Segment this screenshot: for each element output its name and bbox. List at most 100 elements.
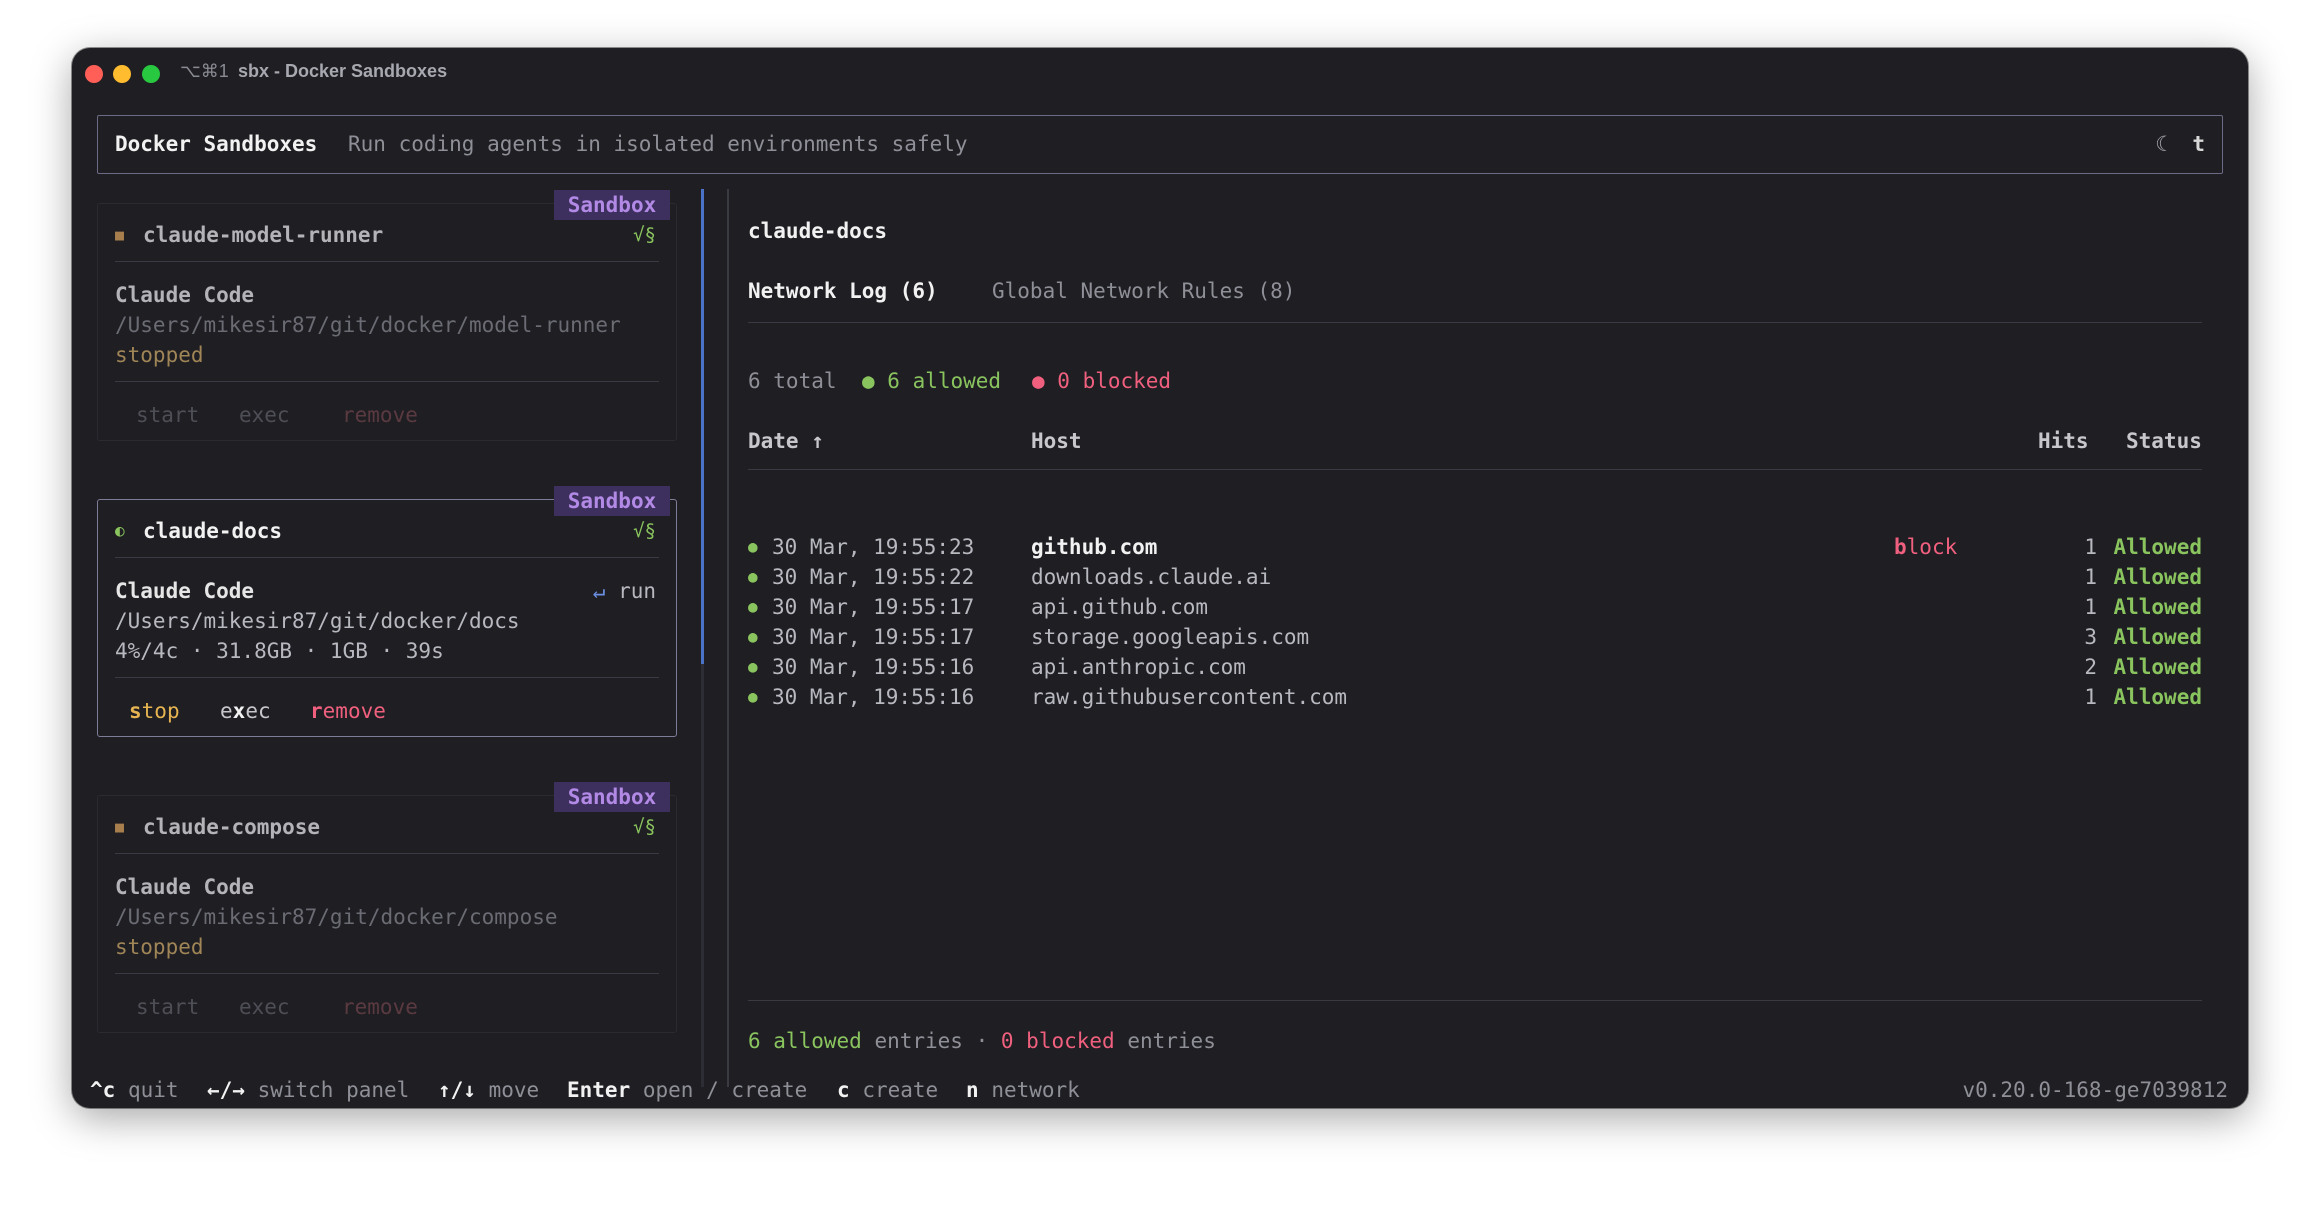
run-hint[interactable]: ↵ run — [593, 576, 656, 606]
hint-quit[interactable]: ^c quit — [90, 1075, 179, 1105]
minimize-button[interactable] — [113, 65, 131, 83]
row-host[interactable]: api.github.com — [1031, 592, 1208, 622]
footer-summary: 6 allowed entries · 0 blocked entries — [748, 1026, 1216, 1056]
moon-icon[interactable]: ☾ — [2155, 129, 2168, 159]
row-host[interactable]: github.com — [1031, 532, 1157, 562]
row-status: Allowed — [2113, 565, 2202, 589]
app-subtitle: Run coding agents in isolated environmen… — [348, 132, 968, 156]
column-header-hits[interactable]: Hits — [2038, 426, 2089, 456]
exec-button[interactable]: exec — [220, 696, 271, 726]
footer-sep: · — [962, 1029, 1001, 1053]
remove-button[interactable]: remove — [342, 400, 418, 430]
row-status: Allowed — [2113, 535, 2202, 559]
row-host[interactable]: downloads.claude.ai — [1031, 562, 1271, 592]
row-hits: 3 — [2084, 625, 2097, 649]
hint-desc: quit — [127, 1078, 179, 1102]
divider — [115, 973, 659, 974]
allowed-dot-icon: ● — [748, 537, 758, 556]
row-status: Allowed — [2113, 685, 2202, 709]
row-host[interactable]: raw.githubusercontent.com — [1031, 682, 1347, 712]
row-hits: 1 — [2084, 565, 2097, 589]
sandbox-badge: Sandbox — [554, 190, 670, 220]
hint-key: ↑/↓ — [438, 1078, 476, 1102]
titlebar: ⌥⌘1 sbx - Docker Sandboxes — [72, 48, 2248, 100]
exec-button[interactable]: exec — [239, 400, 290, 430]
hint-create[interactable]: c create — [837, 1075, 938, 1105]
row-date: 30 Mar, 19:55:23 — [772, 535, 975, 559]
sandbox-badge: Sandbox — [554, 486, 670, 516]
remove-key: r — [310, 699, 323, 723]
summary-total: 6 total — [748, 369, 837, 393]
row-date: 30 Mar, 19:55:16 — [772, 685, 975, 709]
column-header-status[interactable]: Status — [2126, 426, 2202, 456]
close-button[interactable] — [85, 65, 103, 83]
row-date: 30 Mar, 19:55:22 — [772, 565, 975, 589]
start-button[interactable]: start — [136, 400, 199, 430]
exec-label: ec — [245, 699, 271, 723]
sandbox-card-docs[interactable]: Sandbox ◐ claude-docs √§ Claude Code ↵ r… — [97, 486, 677, 737]
row-hits: 1 — [2084, 595, 2097, 619]
hint-desc: open / create — [642, 1078, 808, 1102]
sandbox-agent: Claude Code — [115, 875, 255, 899]
zoom-button[interactable] — [142, 65, 160, 83]
window-shortcut: ⌥⌘1 — [180, 61, 229, 81]
version-label: v0.20.0-168-ge7039812 — [1962, 1078, 2228, 1102]
tab-global-network-rules[interactable]: Global Network Rules (8) — [992, 276, 1295, 306]
row-status: Allowed — [2113, 655, 2202, 679]
remove-label: emove — [322, 699, 386, 723]
sandbox-badge: Sandbox — [554, 782, 670, 812]
exec-key: x — [232, 699, 246, 723]
divider — [115, 557, 659, 558]
running-status-icon: ◐ — [115, 521, 125, 540]
detail-title: claude-docs — [748, 219, 888, 243]
block-button[interactable]: block — [1894, 532, 1957, 562]
allowed-dot-icon: ● — [748, 657, 758, 676]
panel-divider — [727, 189, 729, 1087]
keybinding-statusbar: ^c quit ←/→ switch panel ↑/↓ move Enter … — [72, 1075, 2248, 1105]
sandbox-flag: √§ — [633, 224, 656, 246]
exec-pre: e — [220, 699, 233, 723]
sandbox-name: claude-model-runner — [143, 223, 384, 247]
hint-open-create[interactable]: Enter open / create — [567, 1075, 807, 1105]
hint-key: ←/→ — [207, 1078, 245, 1102]
start-button[interactable]: start — [136, 992, 199, 1022]
app-title: Docker Sandboxes — [115, 132, 318, 156]
app-header: Docker Sandboxes Run coding agents in is… — [97, 115, 2223, 174]
row-host[interactable]: storage.googleapis.com — [1031, 622, 1309, 652]
hint-switch-panel[interactable]: ←/→ switch panel — [207, 1075, 409, 1105]
row-host[interactable]: api.anthropic.com — [1031, 652, 1246, 682]
sandbox-flag: √§ — [633, 520, 656, 542]
row-status: Allowed — [2113, 595, 2202, 619]
column-header-host[interactable]: Host — [1031, 426, 1082, 456]
scrollbar-thumb[interactable] — [701, 189, 704, 664]
sandbox-path: /Users/mikesir87/git/docker/model-runner — [115, 313, 621, 337]
stop-button[interactable]: stop — [129, 696, 180, 726]
sandbox-agent: Claude Code — [115, 283, 255, 307]
allowed-dot-icon: ● — [748, 597, 758, 616]
hint-desc: create — [862, 1078, 939, 1102]
sandbox-name: claude-docs — [143, 519, 283, 543]
sandbox-card-model-runner[interactable]: Sandbox ■ claude-model-runner √§ Claude … — [97, 190, 677, 441]
stopped-square-icon: ■ — [115, 818, 125, 836]
remove-button[interactable]: remove — [310, 696, 386, 726]
row-date: 30 Mar, 19:55:16 — [772, 655, 975, 679]
divider — [115, 853, 659, 854]
hint-key: Enter — [567, 1078, 631, 1102]
remove-button[interactable]: remove — [342, 992, 418, 1022]
sandbox-path: /Users/mikesir87/git/docker/docs — [115, 609, 520, 633]
tab-network-log[interactable]: Network Log (6) — [748, 276, 938, 306]
sandbox-card-compose[interactable]: Sandbox ■ claude-compose √§ Claude Code … — [97, 782, 677, 1033]
column-header-date[interactable]: Date ↑ — [748, 426, 824, 456]
footer-allowed-suffix: entries — [861, 1029, 963, 1053]
stop-label: top — [141, 699, 180, 723]
exec-button[interactable]: exec — [239, 992, 290, 1022]
divider — [115, 677, 659, 678]
window-title: sbx - Docker Sandboxes — [238, 61, 448, 81]
hint-move[interactable]: ↑/↓ move — [438, 1075, 539, 1105]
block-label: lock — [1906, 535, 1958, 559]
theme-toggle-key[interactable]: t — [2192, 129, 2205, 159]
hint-desc: network — [991, 1078, 1080, 1102]
row-date: 30 Mar, 19:55:17 — [772, 595, 975, 619]
hint-network[interactable]: n network — [966, 1075, 1080, 1105]
sandbox-state: stopped — [115, 935, 204, 959]
